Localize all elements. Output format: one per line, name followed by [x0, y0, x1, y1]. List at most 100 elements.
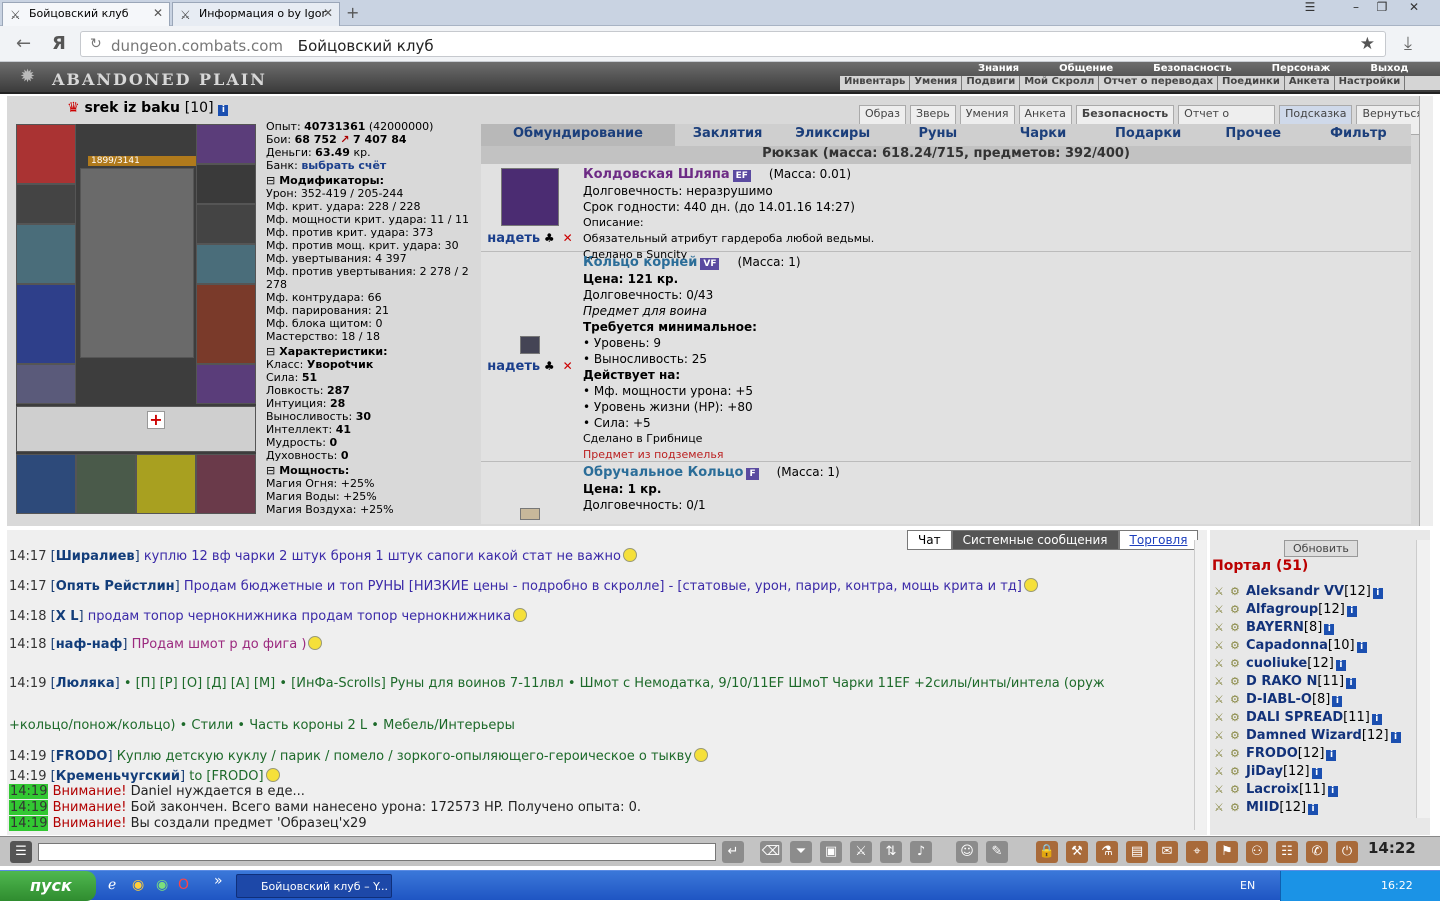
wear-link[interactable]: надеть	[487, 359, 540, 374]
tab-trade[interactable]: Торговля	[1118, 530, 1199, 550]
bag-slot-3[interactable]	[136, 454, 196, 514]
back-icon[interactable]: ←	[16, 33, 31, 54]
group-icon[interactable]: ⚇	[1246, 841, 1268, 863]
menu-knowledge[interactable]: Знания	[958, 63, 1039, 74]
category-tab[interactable]: Руны	[885, 124, 990, 146]
category-tab[interactable]: Чарки	[990, 124, 1095, 146]
maximize-icon[interactable]: ❐	[1368, 0, 1396, 18]
scroll-slots[interactable]: +	[16, 406, 256, 452]
player-name[interactable]: Damned Wizard	[1246, 728, 1362, 743]
submenu-settings[interactable]: Настройки	[1335, 76, 1406, 90]
lock-icon[interactable]: 🔒	[1036, 841, 1058, 863]
chat-nick[interactable]: наф-наф	[56, 637, 123, 652]
opera-icon[interactable]: O	[178, 877, 189, 893]
player-name[interactable]: D-IABL-O	[1246, 692, 1312, 707]
gloves-slot[interactable]	[196, 204, 256, 244]
info-icon[interactable]: i	[1327, 786, 1338, 797]
messenger-icon[interactable]: ◉	[156, 877, 168, 893]
player-name[interactable]: D RAKO N	[1246, 674, 1317, 689]
tab-chat[interactable]: Чат	[907, 530, 952, 550]
ie-icon[interactable]: ℯ	[108, 877, 116, 893]
player-name[interactable]: FRODO	[1246, 746, 1298, 761]
category-tab[interactable]: Подарки	[1096, 124, 1201, 146]
reload-icon[interactable]: ↻	[90, 36, 102, 52]
info-icon[interactable]: i	[1371, 714, 1382, 725]
player-name[interactable]: Capadonna	[1246, 638, 1328, 653]
info-icon[interactable]: i	[1390, 732, 1401, 743]
tab-info[interactable]: ⚔ Информация о by Igor ✕	[172, 2, 340, 26]
url-field[interactable]: ↻ dungeon.combats.com Бойцовский клуб ★	[80, 31, 1386, 57]
category-tab[interactable]: Фильтр	[1306, 124, 1411, 146]
choose-account-link[interactable]: выбрать счёт	[301, 159, 386, 172]
submenu-skills[interactable]: Умения	[910, 76, 963, 90]
player-list-scrollbar[interactable]	[1416, 540, 1430, 818]
chat-scrollbar[interactable]	[1194, 540, 1206, 830]
item-image[interactable]	[520, 336, 540, 354]
earrings-slot[interactable]	[196, 124, 256, 164]
chrome-icon[interactable]: ◉	[132, 877, 144, 893]
gift-icon[interactable]: ♣	[540, 359, 555, 373]
tab-system[interactable]: Системные сообщения	[951, 530, 1119, 550]
info-icon[interactable]: i	[218, 105, 229, 116]
item-name[interactable]: Колдовская Шляпа	[583, 167, 730, 182]
submenu-scroll[interactable]: Мой Скролл	[1020, 76, 1100, 90]
submenu-inventory[interactable]: Инвентарь	[840, 76, 911, 90]
stat-section-header[interactable]: Модификаторы:	[266, 174, 484, 187]
armor-slot[interactable]	[16, 284, 76, 364]
sort-icon[interactable]: ⇅	[880, 841, 902, 863]
weapon-left-slot[interactable]	[16, 224, 76, 284]
player-name[interactable]: MIID	[1246, 800, 1279, 815]
taskbar-item-browser[interactable]: Бойцовский клуб – Y...	[236, 874, 392, 898]
category-tab[interactable]: Эликсиры	[780, 124, 885, 146]
submenu-duels[interactable]: Поединки	[1218, 76, 1285, 90]
bag-slot-2[interactable]	[76, 454, 136, 514]
category-tab[interactable]: Обмундирование	[481, 124, 675, 146]
item-name[interactable]: Кольцо корней	[583, 255, 697, 270]
scroll-icon[interactable]: ✉	[1156, 841, 1178, 863]
gift-icon[interactable]: ♣	[540, 231, 555, 245]
sound-icon[interactable]: ♪	[910, 841, 932, 863]
info-icon[interactable]: i	[1346, 678, 1357, 689]
save-icon[interactable]: ▣	[820, 841, 842, 863]
chat-icon[interactable]: ☰	[10, 841, 32, 863]
refresh-button[interactable]: Обновить	[1284, 540, 1358, 557]
download-icon[interactable]: ⤓	[1404, 33, 1412, 54]
info-icon[interactable]: i	[1308, 804, 1319, 815]
menu-communication[interactable]: Общение	[1039, 63, 1133, 74]
item-image[interactable]	[520, 508, 540, 520]
info-icon[interactable]: i	[1356, 642, 1367, 653]
info-icon[interactable]: i	[1372, 588, 1383, 599]
chat-nick[interactable]: Ширалиев	[56, 549, 135, 564]
potion-icon[interactable]: ⚗	[1096, 841, 1118, 863]
language-indicator[interactable]: EN	[1240, 879, 1255, 892]
player-name[interactable]: Alfagroup	[1246, 602, 1318, 617]
menu-security[interactable]: Безопасность	[1133, 63, 1252, 74]
eraser-icon[interactable]: ⌫	[760, 841, 782, 863]
chat-nick[interactable]: Кременьчугский	[56, 769, 180, 784]
item-name[interactable]: Обручальное Кольцо	[583, 465, 743, 480]
submenu-feats[interactable]: Подвиги	[962, 76, 1021, 90]
helmet-slot[interactable]	[16, 124, 76, 184]
info-icon[interactable]: i	[1332, 696, 1343, 707]
info-icon[interactable]: i	[1335, 660, 1346, 671]
fighter-icon[interactable]: ⚔	[850, 841, 872, 863]
smile-icon[interactable]: ☺	[956, 841, 978, 863]
category-tab[interactable]: Заклятия	[675, 124, 780, 146]
info-icon[interactable]: i	[1311, 768, 1322, 779]
ring-slots[interactable]	[196, 164, 256, 204]
chat-nick[interactable]: Люляка	[56, 676, 115, 691]
category-tab[interactable]: Прочее	[1201, 124, 1306, 146]
player-name[interactable]: Aleksandr VV	[1246, 584, 1344, 599]
stat-section-header[interactable]: Мощность:	[266, 464, 484, 477]
player-name[interactable]: DALI SPREAD	[1246, 710, 1343, 725]
bracer-slot[interactable]	[16, 184, 76, 224]
minimize-icon[interactable]: –	[1342, 0, 1370, 18]
start-button[interactable]: пуск	[0, 871, 96, 901]
chat-input[interactable]	[38, 843, 716, 861]
delete-icon[interactable]: ✕	[563, 359, 573, 373]
boots-slot[interactable]	[196, 364, 256, 404]
close-window-icon[interactable]: ✕	[1400, 0, 1428, 18]
exit-icon[interactable]: ⏻	[1336, 841, 1358, 863]
player-name[interactable]: cuoliuke	[1246, 656, 1307, 671]
item-image[interactable]	[501, 168, 559, 226]
